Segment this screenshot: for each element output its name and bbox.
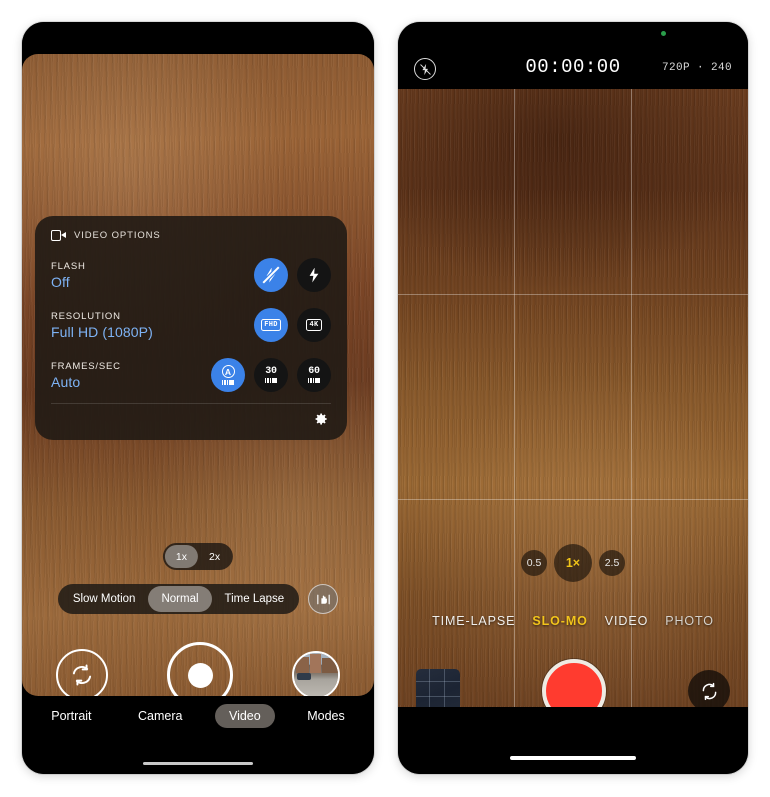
zoom-option-2.5[interactable]: 2.5 xyxy=(599,550,625,576)
left-shutter-row xyxy=(22,642,374,696)
option-row-flash: FLASH Off xyxy=(51,253,331,297)
flash-on-button[interactable] xyxy=(297,258,331,292)
flip-camera-icon[interactable] xyxy=(688,670,730,707)
right-status-bar: 00:00:00 720P · 240 xyxy=(398,22,748,89)
fps-auto-button[interactable]: A xyxy=(211,358,245,392)
grid-line-horizontal-2 xyxy=(398,499,748,500)
zoom-level-selector: 0.5 1× 2.5 xyxy=(398,544,748,582)
screenshot-stage: VIDEO OPTIONS FLASH Off RESOLUTION Full … xyxy=(0,0,770,797)
resolution-label: RESOLUTION xyxy=(51,310,121,322)
zoom-option-2x[interactable]: 2x xyxy=(198,545,231,568)
video-options-title: VIDEO OPTIONS xyxy=(74,230,161,241)
video-options-footer xyxy=(51,408,331,430)
mode-slo-mo[interactable]: SLO-MO xyxy=(532,614,587,628)
tab-camera[interactable]: Camera xyxy=(124,704,196,728)
fps-label: FRAMES/SEC xyxy=(51,360,121,372)
option-row-fps: FRAMES/SEC Auto A 30 60 xyxy=(51,353,331,397)
4k-badge-icon: 4K xyxy=(305,319,322,331)
home-indicator xyxy=(143,761,253,765)
right-bottom-bar xyxy=(398,707,748,774)
resolution-value: Full HD (1080P) xyxy=(51,323,153,340)
mode-option-slow-motion[interactable]: Slow Motion xyxy=(60,586,149,612)
hand-stabilization-icon[interactable] xyxy=(308,584,339,614)
tab-video[interactable]: Video xyxy=(214,704,275,728)
left-status-bar xyxy=(22,22,374,54)
gallery-thumbnail[interactable] xyxy=(292,651,340,696)
mode-time-lapse[interactable]: TIME-LAPSE xyxy=(432,614,515,628)
record-button[interactable] xyxy=(167,642,233,696)
video-options-header: VIDEO OPTIONS xyxy=(51,230,331,241)
grid-line-horizontal-1 xyxy=(398,294,748,295)
flash-texts: FLASH Off xyxy=(51,261,86,290)
gallery-thumbnail[interactable] xyxy=(416,669,460,707)
left-bottom-navigation: Portrait Camera Video Modes xyxy=(22,696,374,774)
fps-30-button[interactable]: 30 xyxy=(254,358,288,392)
mode-option-normal[interactable]: Normal xyxy=(148,586,212,612)
mode-video[interactable]: VIDEO xyxy=(605,614,648,628)
option-row-resolution: RESOLUTION Full HD (1080P) FHD 4K xyxy=(51,303,331,347)
fps-60-button[interactable]: 60 xyxy=(297,358,331,392)
resolution-texts: RESOLUTION Full HD (1080P) xyxy=(51,311,153,340)
capture-mode-selector: TIME-LAPSE SLO-MO VIDEO PHOTO xyxy=(398,614,748,628)
auto-fps-icon: A xyxy=(221,365,235,385)
fps-value: Auto xyxy=(51,373,81,390)
gear-icon[interactable] xyxy=(311,410,329,428)
mode-selector-row: Slow Motion Normal Time Lapse xyxy=(22,584,374,614)
flash-off-button[interactable] xyxy=(254,258,288,292)
video-camera-icon xyxy=(51,230,66,241)
video-options-panel: VIDEO OPTIONS FLASH Off RESOLUTION Full … xyxy=(35,216,347,440)
resolution-fhd-button[interactable]: FHD xyxy=(254,308,288,342)
panel-divider xyxy=(51,403,331,404)
fps-texts: FRAMES/SEC Auto xyxy=(51,361,121,390)
phone-left: VIDEO OPTIONS FLASH Off RESOLUTION Full … xyxy=(22,22,374,774)
flash-label: FLASH xyxy=(51,260,86,272)
resolution-4k-button[interactable]: 4K xyxy=(297,308,331,342)
camera-mode-tabs: Portrait Camera Video Modes xyxy=(22,704,374,728)
flash-value: Off xyxy=(51,273,70,290)
mode-photo[interactable]: PHOTO xyxy=(665,614,714,628)
thumbnail-image xyxy=(294,653,338,696)
resolution-fps-info: 720P · 240 xyxy=(661,62,732,74)
right-camera-viewfinder[interactable]: 0.5 1× 2.5 TIME-LAPSE SLO-MO VIDEO PHOTO xyxy=(398,89,748,707)
home-indicator xyxy=(510,755,636,760)
zoom-option-0.5[interactable]: 0.5 xyxy=(521,550,547,576)
flash-on-icon xyxy=(309,267,319,283)
zoom-option-1x[interactable]: 1× xyxy=(554,544,592,582)
zoom-toggle: 1x 2x xyxy=(162,543,234,570)
resolution-buttons: FHD 4K xyxy=(254,308,331,342)
fps-60-icon: 60 xyxy=(307,366,321,384)
tab-modes[interactable]: Modes xyxy=(293,704,359,728)
flash-buttons xyxy=(254,258,331,292)
record-dot xyxy=(187,662,213,688)
phone-right: 00:00:00 720P · 240 0.5 1× 2.5 TIME-LAPS… xyxy=(398,22,748,774)
green-recording-indicator xyxy=(661,31,666,36)
fps-30-icon: 30 xyxy=(264,366,278,384)
tab-portrait[interactable]: Portrait xyxy=(37,704,105,728)
zoom-option-1x[interactable]: 1x xyxy=(164,545,198,568)
fps-buttons: A 30 60 xyxy=(211,358,331,392)
right-shutter-row xyxy=(398,659,748,707)
flip-camera-icon[interactable] xyxy=(56,649,108,696)
mode-selector-pill: Slow Motion Normal Time Lapse xyxy=(57,584,300,614)
fhd-badge-icon: FHD xyxy=(260,319,282,331)
record-button[interactable] xyxy=(542,659,606,707)
mode-option-time-lapse[interactable]: Time Lapse xyxy=(212,586,298,612)
left-camera-viewfinder[interactable]: VIDEO OPTIONS FLASH Off RESOLUTION Full … xyxy=(22,54,374,696)
